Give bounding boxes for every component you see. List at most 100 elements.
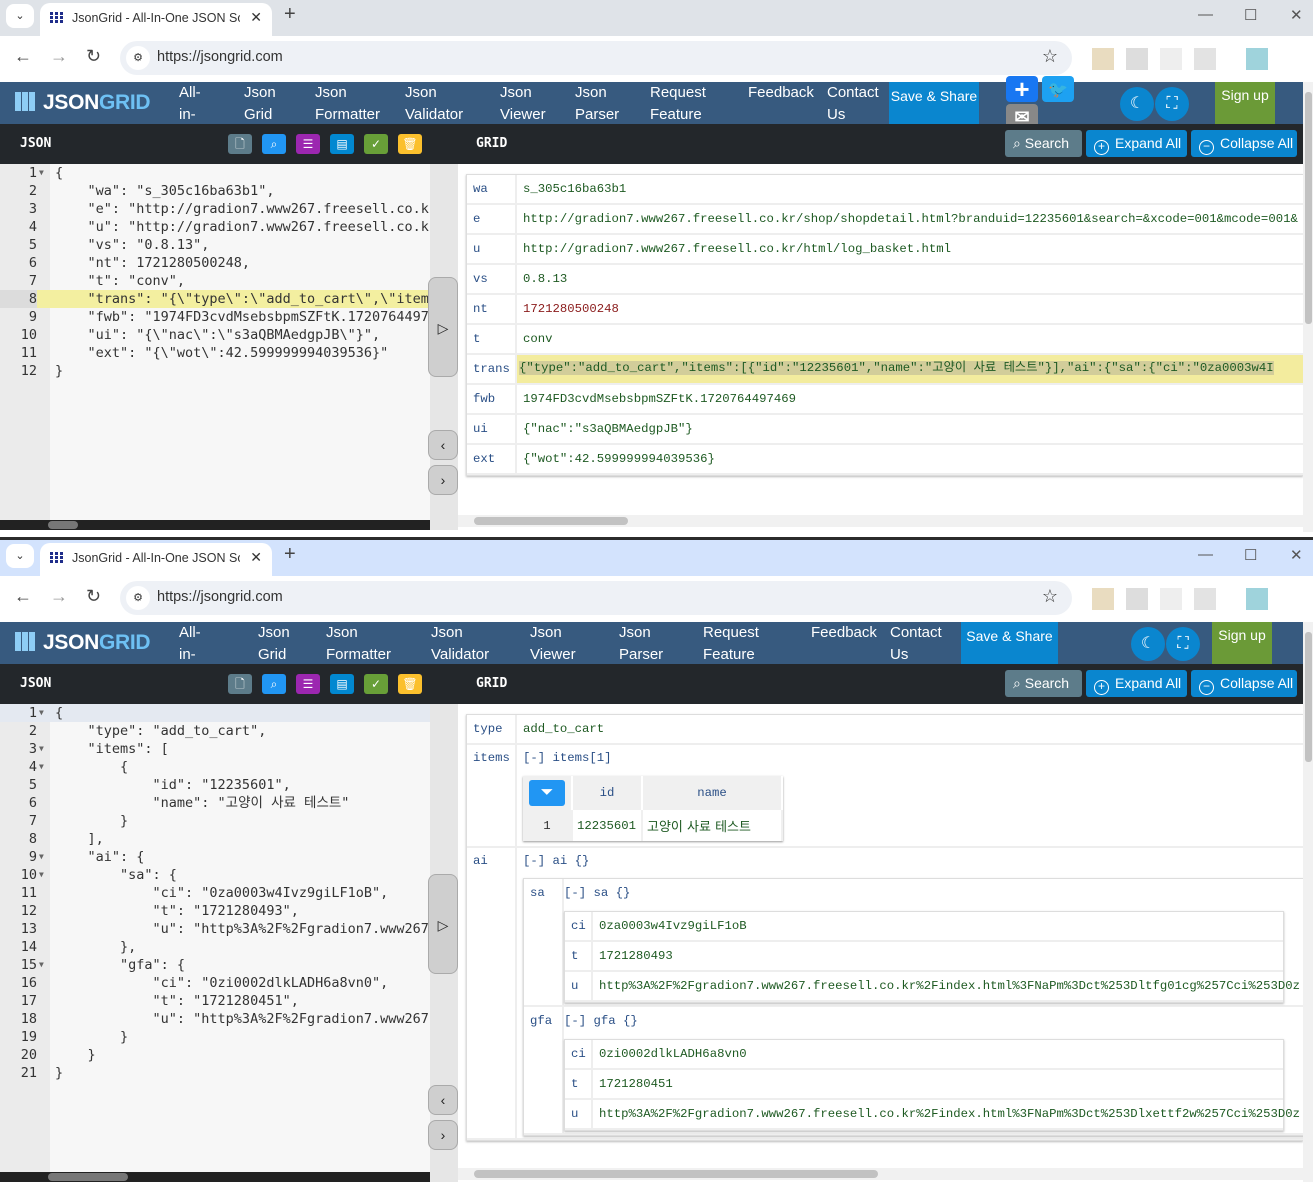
page-vertical-scrollbar[interactable] xyxy=(1303,622,1313,1182)
nav-link[interactable]: Json Grid xyxy=(258,622,290,666)
ai-toggle[interactable]: [-] ai {} xyxy=(523,854,589,868)
collapse-left-button[interactable]: ‹ xyxy=(428,430,458,460)
new-tab-button[interactable]: + xyxy=(284,3,296,26)
nav-link[interactable]: Json Grid xyxy=(244,82,276,126)
page-vertical-scrollbar[interactable] xyxy=(1303,82,1313,532)
close-window-button[interactable]: ✕ xyxy=(1290,546,1303,564)
editor-horizontal-scrollbar[interactable] xyxy=(0,1172,430,1182)
minimize-button[interactable]: — xyxy=(1198,546,1213,563)
grid-cell[interactable]: 12235601 xyxy=(572,810,643,841)
nav-link[interactable]: Json Parser xyxy=(575,82,619,126)
grid-search-button[interactable]: ⌕ Search xyxy=(1005,130,1082,157)
convert-to-grid-button[interactable]: ▷ xyxy=(428,874,458,974)
fold-arrow-icon[interactable]: ▼ xyxy=(39,758,44,776)
grid-row[interactable]: t 1721280493 xyxy=(565,942,1283,972)
grid-row[interactable]: fwb 1974FD3cvdMsebsbpmSZFtK.172076449746… xyxy=(467,385,1303,415)
extension-icon[interactable] xyxy=(1126,48,1148,70)
validate-button[interactable]: ✓ xyxy=(364,134,388,154)
browser-tab[interactable]: JsonGrid - All-In-One JSON Solution ✕ xyxy=(40,3,272,36)
close-window-button[interactable]: ✕ xyxy=(1290,6,1303,24)
bookmark-star-icon[interactable]: ☆ xyxy=(1042,46,1058,67)
table-button[interactable]: ▤ xyxy=(330,134,354,154)
gfa-toggle[interactable]: [-] gfa {} xyxy=(564,1014,638,1028)
extension-icon[interactable] xyxy=(1092,588,1114,610)
browser-tab[interactable]: JsonGrid - All-In-One JSON Solution ✕ xyxy=(40,543,272,576)
scrollbar-thumb[interactable] xyxy=(48,1173,128,1181)
reload-button[interactable]: ↻ xyxy=(86,586,101,607)
scrollbar-thumb[interactable] xyxy=(1305,92,1312,324)
grid-search-button[interactable]: ⌕ Search xyxy=(1005,670,1082,697)
items-toggle[interactable]: [-] items[1] xyxy=(523,751,612,765)
scrollbar-thumb[interactable] xyxy=(1305,632,1312,762)
collapse-right-button[interactable]: › xyxy=(428,465,458,495)
editor-horizontal-scrollbar[interactable] xyxy=(0,520,430,530)
nav-link[interactable]: Json Validator xyxy=(431,622,489,666)
collapse-right-button[interactable]: › xyxy=(428,1120,458,1150)
forward-button[interactable]: → xyxy=(50,46,68,67)
grid-row[interactable]: ui {"nac":"s3aQBMAedgpJB"} xyxy=(467,415,1303,445)
grid-row[interactable]: u http%3A%2F%2Fgradion7.www267.freesell.… xyxy=(565,1100,1300,1130)
validate-button[interactable]: ✓ xyxy=(364,674,388,694)
clear-button[interactable]: 🗑 xyxy=(398,674,422,694)
collapse-toggle[interactable]: [-] xyxy=(523,854,545,868)
nav-link[interactable]: Json Formatter xyxy=(326,622,391,666)
new-document-button[interactable]: 🗋 xyxy=(228,674,252,694)
share-plus-icon[interactable]: + xyxy=(1006,76,1038,102)
grid-row[interactable]: ci 0za0003w4Ivz9giLF1oB xyxy=(565,912,1283,942)
sa-toggle[interactable]: [-] sa {} xyxy=(564,886,630,900)
dark-mode-toggle[interactable]: ☾ xyxy=(1120,87,1154,121)
search-button[interactable]: ⌕ xyxy=(262,134,286,154)
grid-row[interactable]: type add_to_cart xyxy=(467,715,1303,745)
collapse-toggle[interactable]: [-] xyxy=(523,751,545,765)
json-editor[interactable]: 1 ▼ { 2 "type": "add_to_cart", 3 ▼ "item… xyxy=(0,704,430,1182)
fullscreen-button[interactable]: ⛶ xyxy=(1166,627,1200,661)
panel-splitter[interactable]: ▷ ‹ › xyxy=(428,704,458,1182)
scrollbar-thumb[interactable] xyxy=(474,1170,878,1178)
reload-button[interactable]: ↻ xyxy=(86,46,101,67)
new-tab-button[interactable]: + xyxy=(284,543,296,566)
extension-icon[interactable] xyxy=(1092,48,1114,70)
extension-icon[interactable] xyxy=(1126,588,1148,610)
nav-link[interactable]: Feedback xyxy=(748,82,814,104)
collapse-all-button[interactable]: − Collapse All xyxy=(1191,130,1297,157)
extension-icon[interactable] xyxy=(1194,48,1216,70)
nav-link[interactable]: Contact Us xyxy=(890,622,942,666)
site-settings-icon[interactable]: ⚙ xyxy=(126,586,150,610)
search-button[interactable]: ⌕ xyxy=(262,674,286,694)
grid-row[interactable]: trans {"type":"add_to_cart","items":[{"i… xyxy=(467,355,1303,385)
dark-mode-toggle[interactable]: ☾ xyxy=(1131,627,1165,661)
fold-arrow-icon[interactable]: ▼ xyxy=(39,866,44,884)
fold-arrow-icon[interactable]: ▼ xyxy=(39,848,44,866)
fold-arrow-icon[interactable]: ▼ xyxy=(39,956,44,974)
maximize-button[interactable]: ☐ xyxy=(1244,546,1257,564)
nav-link[interactable]: Feedback xyxy=(811,622,877,644)
nav-link[interactable]: Json Viewer xyxy=(530,622,576,666)
table-button[interactable]: ▤ xyxy=(330,674,354,694)
filter-icon[interactable]: ⏷ xyxy=(529,780,565,806)
nav-link[interactable]: Request Feature xyxy=(703,622,759,666)
jsongrid-logo[interactable]: JSONGRID xyxy=(15,91,151,115)
site-settings-icon[interactable]: ⚙ xyxy=(126,46,150,70)
grid-row[interactable]: u http%3A%2F%2Fgradion7.www267.freesell.… xyxy=(565,972,1300,1002)
grid-horizontal-scrollbar[interactable] xyxy=(458,1168,1303,1180)
grid-cell[interactable]: 고양이 사료 테스트 xyxy=(642,810,783,841)
url-input[interactable]: ⚙ https://jsongrid.com ☆ xyxy=(120,41,1072,75)
grid-row[interactable]: t 1721280451 xyxy=(565,1070,1283,1100)
forward-button[interactable]: → xyxy=(50,586,68,607)
close-tab-icon[interactable]: ✕ xyxy=(250,549,262,566)
new-document-button[interactable]: 🗋 xyxy=(228,134,252,154)
column-header[interactable]: name xyxy=(642,776,783,810)
fold-arrow-icon[interactable]: ▼ xyxy=(39,164,44,182)
collapse-toggle[interactable]: [-] xyxy=(564,886,586,900)
twitter-icon[interactable]: 🐦 xyxy=(1042,76,1074,102)
grid-row[interactable]: t conv xyxy=(467,325,1303,355)
back-button[interactable]: ← xyxy=(14,586,32,607)
profile-icon[interactable] xyxy=(1246,588,1268,610)
format-button[interactable]: ☰ xyxy=(296,134,320,154)
fullscreen-button[interactable]: ⛶ xyxy=(1155,87,1189,121)
grid-row[interactable]: nt 1721280500248 xyxy=(467,295,1303,325)
maximize-button[interactable]: ☐ xyxy=(1244,6,1257,24)
collapse-toggle[interactable]: [-] xyxy=(564,1014,586,1028)
extension-icon[interactable] xyxy=(1160,588,1182,610)
nav-link[interactable]: Json Parser xyxy=(619,622,663,666)
